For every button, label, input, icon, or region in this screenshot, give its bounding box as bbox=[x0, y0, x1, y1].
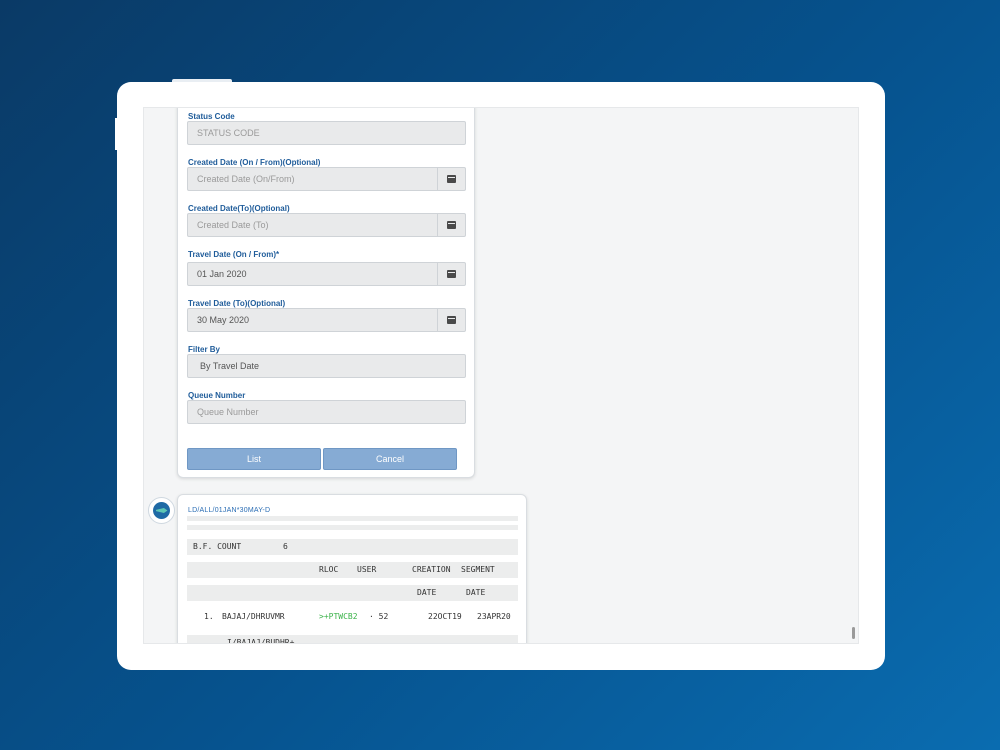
entry-user: · 52 bbox=[369, 612, 389, 621]
next-entry-name: I/BAJAJ/BUDHR+ bbox=[227, 638, 295, 644]
entry-rloc-link[interactable]: >+PTWCB2 bbox=[319, 609, 358, 625]
screenshot-card: Status Code STATUS CODE Created Date (On… bbox=[117, 82, 885, 670]
cancel-button[interactable]: Cancel bbox=[323, 448, 457, 470]
airplane-icon bbox=[155, 508, 168, 513]
travel-date-from-input[interactable]: 01 Jan 2020 bbox=[187, 262, 466, 286]
status-code-label: Status Code bbox=[188, 112, 235, 121]
bf-count-row: B.F. COUNT 6 bbox=[187, 539, 518, 555]
table-header-row: RLOC USER CREATION SEGMENT bbox=[187, 562, 518, 578]
travel-date-to-label: Travel Date (To)(Optional) bbox=[188, 299, 286, 308]
travel-date-from-calendar-button[interactable] bbox=[437, 263, 465, 285]
table-row: I/BAJAJ/BUDHR+ bbox=[187, 635, 518, 644]
created-date-to-calendar-button[interactable] bbox=[437, 214, 465, 236]
calendar-icon bbox=[447, 221, 456, 229]
created-date-from-input[interactable]: Created Date (On/From) bbox=[187, 167, 466, 191]
travel-date-from-label: Travel Date (On / From)* bbox=[188, 250, 280, 259]
created-date-to-label: Created Date(To)(Optional) bbox=[188, 204, 290, 213]
filter-by-label: Filter By bbox=[188, 345, 221, 354]
calendar-icon bbox=[447, 175, 456, 183]
entry-creation-date: 22OCT19 bbox=[428, 612, 462, 621]
bot-avatar bbox=[148, 497, 175, 524]
bf-count-label: B.F. COUNT bbox=[193, 542, 242, 551]
header-creation: CREATION bbox=[412, 565, 451, 574]
queue-number-input[interactable]: Queue Number bbox=[187, 400, 466, 424]
divider-stripe bbox=[187, 525, 518, 530]
header-segment-date: DATE bbox=[466, 588, 486, 597]
table-row: 1. BAJAJ/DHRUVMR >+PTWCB2 · 52 22OCT19 2… bbox=[187, 609, 518, 625]
table-subheader-row: DATE DATE bbox=[187, 585, 518, 601]
header-rloc: RLOC bbox=[319, 565, 339, 574]
command-text: LD/ALL/01JAN*30MAY-D bbox=[188, 507, 271, 514]
header-user: USER bbox=[357, 565, 377, 574]
command-response-panel: LD/ALL/01JAN*30MAY-D B.F. COUNT 6 RLOC U… bbox=[177, 494, 527, 644]
entry-segment-date: 23APR20 bbox=[477, 612, 511, 621]
header-creation-date: DATE bbox=[417, 588, 437, 597]
travel-date-to-calendar-button[interactable] bbox=[437, 309, 465, 331]
created-date-from-calendar-button[interactable] bbox=[437, 168, 465, 190]
filter-by-select[interactable]: By Travel Date bbox=[187, 354, 466, 378]
calendar-icon bbox=[447, 316, 456, 324]
calendar-icon bbox=[447, 270, 456, 278]
status-code-input[interactable]: STATUS CODE bbox=[187, 121, 466, 145]
entry-name: BAJAJ/DHRUVMR bbox=[222, 612, 285, 621]
divider-stripe bbox=[187, 516, 518, 521]
bf-count-value: 6 bbox=[283, 542, 288, 551]
queue-number-label: Queue Number bbox=[188, 391, 246, 400]
entry-index: 1. bbox=[204, 612, 214, 621]
list-button[interactable]: List bbox=[187, 448, 321, 470]
chat-area[interactable]: Status Code STATUS CODE Created Date (On… bbox=[143, 107, 859, 644]
chat-scrollbar[interactable] bbox=[852, 627, 855, 639]
travel-date-to-input[interactable]: 30 May 2020 bbox=[187, 308, 466, 332]
header-segment: SEGMENT bbox=[461, 565, 495, 574]
created-date-to-input[interactable]: Created Date (To) bbox=[187, 213, 466, 237]
queue-filter-form: Status Code STATUS CODE Created Date (On… bbox=[177, 108, 475, 478]
created-date-from-label: Created Date (On / From)(Optional) bbox=[188, 158, 321, 167]
